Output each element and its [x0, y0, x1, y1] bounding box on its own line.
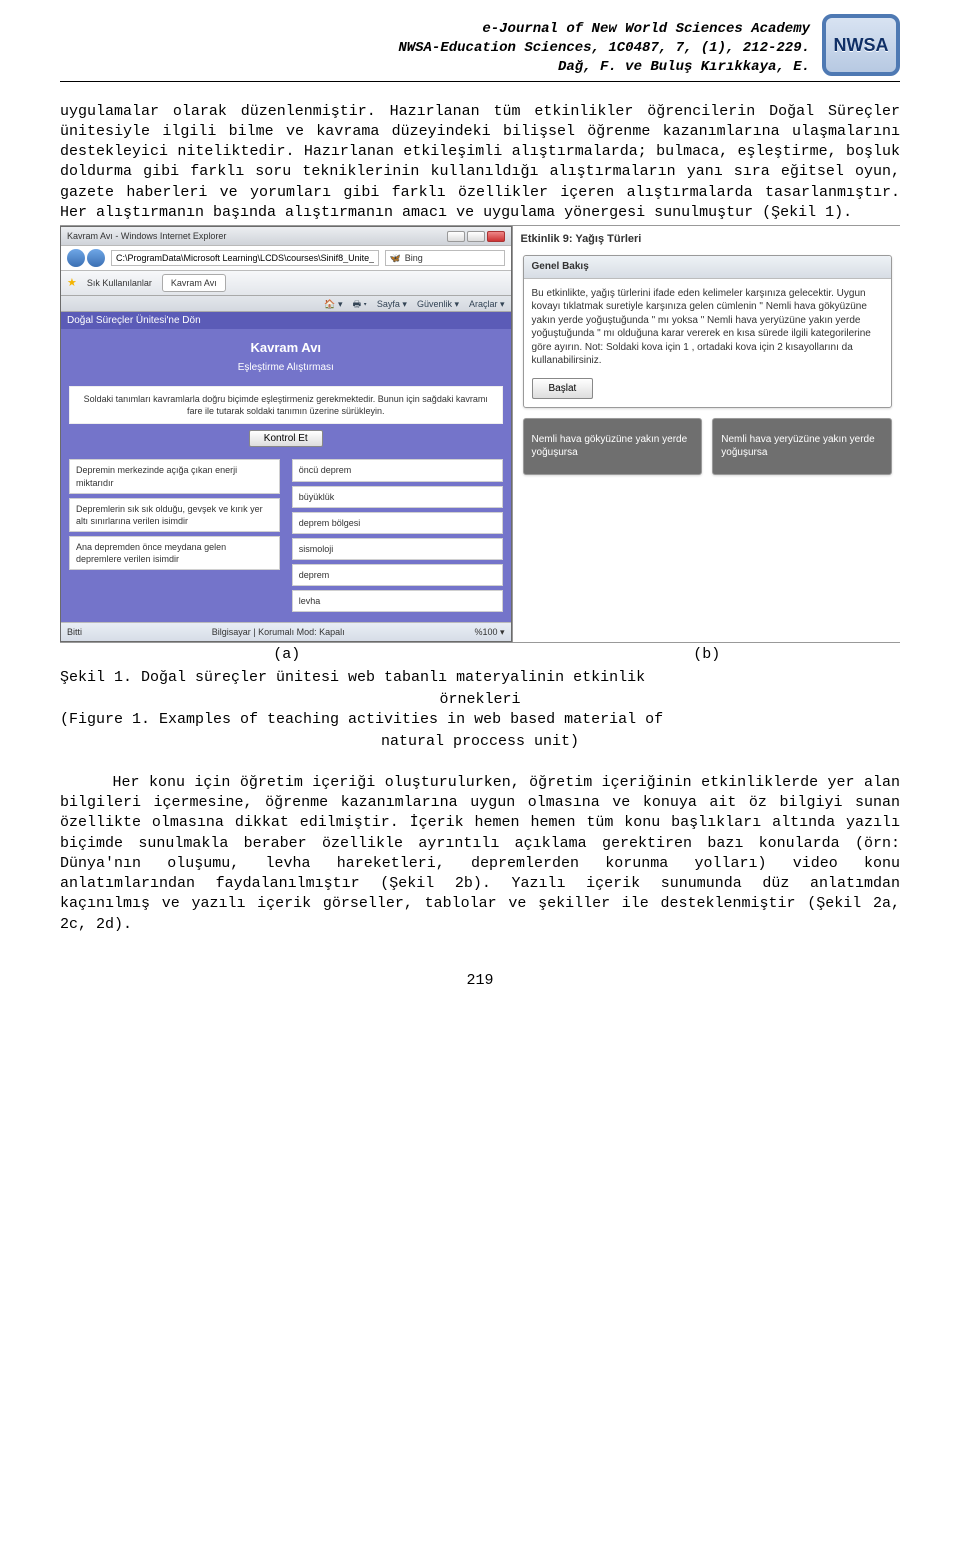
figure-row: Kavram Avı - Windows Internet Explorer 🦋…: [60, 225, 900, 643]
definition-card[interactable]: Depremin merkezinde açığa çıkan enerji m…: [69, 459, 280, 493]
drop-target-right[interactable]: Nemli hava yeryüzüne yakın yerde yoğuşur…: [712, 418, 892, 475]
start-button[interactable]: Başlat: [532, 378, 594, 399]
term-card[interactable]: deprem: [292, 564, 503, 586]
close-button[interactable]: [487, 231, 505, 242]
panel-heading: Genel Bakış: [524, 256, 891, 279]
nav-buttons: [67, 249, 105, 267]
status-mid: Bilgisayar | Korumalı Mod: Kapalı: [212, 626, 345, 638]
menu-tools[interactable]: Araçlar ▾: [469, 298, 505, 310]
activity-subtitle: Eşleştirme Alıştırması: [67, 361, 505, 375]
activity-banner: Kavram Avı Eşleştirme Alıştırması: [61, 329, 511, 386]
window-titlebar: Kavram Avı - Windows Internet Explorer: [61, 227, 511, 246]
term-card[interactable]: öncü deprem: [292, 459, 503, 481]
activity-title: Kavram Avı: [67, 339, 505, 357]
bing-icon: 🦋: [390, 252, 401, 264]
minimize-button[interactable]: [447, 231, 465, 242]
home-icon[interactable]: 🏠 ▾: [324, 298, 342, 310]
window-controls: [447, 231, 505, 242]
term-card[interactable]: sismoloji: [292, 538, 503, 560]
figure-a: Kavram Avı - Windows Internet Explorer 🦋…: [60, 226, 513, 642]
forward-button[interactable]: [87, 249, 105, 267]
matching-grid: Depremin merkezinde açığa çıkan enerji m…: [61, 453, 511, 622]
figure-caption-tr-1: Şekil 1. Doğal süreçler ünitesi web taba…: [60, 668, 900, 688]
figure-label-a: (a): [60, 643, 514, 667]
header-line-2: NWSA-Education Sciences, 1C0487, 7, (1),…: [60, 39, 810, 58]
definition-card[interactable]: Depremlerin sık sık olduğu, gevşek ve kı…: [69, 498, 280, 532]
status-left: Bitti: [67, 626, 82, 638]
figure-label-b: (b): [514, 643, 900, 667]
maximize-button[interactable]: [467, 231, 485, 242]
figure-labels-row: (a) (b): [60, 643, 900, 667]
app-content: Doğal Süreçler Ünitesi'ne Dön Kavram Avı…: [61, 312, 511, 623]
menu-page[interactable]: Sayfa ▾: [377, 298, 407, 310]
back-button[interactable]: [67, 249, 85, 267]
menu-security[interactable]: Güvenlik ▾: [417, 298, 459, 310]
term-card[interactable]: deprem bölgesi: [292, 512, 503, 534]
app-back-link[interactable]: Doğal Süreçler Ünitesi'ne Dön: [61, 312, 511, 330]
drop-target-left[interactable]: Nemli hava gökyüzüne yakın yerde yoğuşur…: [523, 418, 703, 475]
status-bar: Bitti Bilgisayar | Korumalı Mod: Kapalı …: [61, 622, 511, 641]
figure-caption-en-2: natural proccess unit): [60, 732, 900, 752]
overview-panel: Genel Bakış Bu etkinlikte, yağış türleri…: [523, 255, 892, 408]
figure-b: Etkinlik 9: Yağış Türleri Genel Bakış Bu…: [515, 226, 900, 642]
paragraph-1: uygulamalar olarak düzenlenmiştir. Hazır…: [60, 102, 900, 224]
tab-kavram-avi[interactable]: Kavram Avı: [162, 274, 226, 292]
drop-targets-row: Nemli hava gökyüzüne yakın yerde yoğuşur…: [523, 418, 892, 475]
header-separator: [60, 81, 900, 82]
terms-column: öncü deprem büyüklük deprem bölgesi sism…: [292, 459, 503, 612]
term-card[interactable]: büyüklük: [292, 486, 503, 508]
browser-window: Kavram Avı - Windows Internet Explorer 🦋…: [60, 226, 512, 642]
panel-body-text: Bu etkinlikte, yağış türlerini ifade ede…: [532, 288, 871, 367]
figure-caption-en-1: (Figure 1. Examples of teaching activiti…: [60, 710, 900, 730]
definition-card[interactable]: Ana depremden önce meydana gelen depreml…: [69, 536, 280, 570]
nwsa-logo: NWSA: [822, 14, 900, 76]
check-button[interactable]: Kontrol Et: [249, 430, 323, 447]
window-title: Kavram Avı - Windows Internet Explorer: [67, 230, 226, 242]
panel-body: Bu etkinlikte, yağış türlerini ifade ede…: [524, 279, 891, 407]
favorites-label[interactable]: Sık Kullanılanlar: [87, 277, 152, 289]
status-zoom[interactable]: %100 ▾: [474, 626, 504, 638]
instruction-box: Soldaki tanımları kavramlarla doğru biçi…: [69, 386, 503, 424]
term-card[interactable]: levha: [292, 590, 503, 612]
figure-caption-tr-2: örnekleri: [60, 690, 900, 710]
search-box[interactable]: 🦋 Bing: [385, 250, 505, 266]
header-line-1: e-Journal of New World Sciences Academy: [60, 20, 810, 39]
address-input[interactable]: [111, 250, 379, 266]
page-header: e-Journal of New World Sciences Academy …: [60, 20, 900, 77]
header-line-3: Dağ, F. ve Buluş Kırıkkaya, E.: [60, 58, 810, 77]
definitions-column: Depremin merkezinde açığa çıkan enerji m…: [69, 459, 280, 612]
address-bar-row: 🦋 Bing: [61, 246, 511, 271]
favorites-star-icon[interactable]: ★: [67, 276, 77, 291]
print-icon[interactable]: 🖶 ▾: [353, 298, 367, 310]
search-provider: Bing: [405, 252, 423, 264]
favorites-bar: ★ Sık Kullanılanlar Kavram Avı: [61, 271, 511, 296]
check-row: Kontrol Et: [61, 424, 511, 453]
command-bar: 🏠 ▾ 🖶 ▾ Sayfa ▾ Güvenlik ▾ Araçlar ▾: [61, 296, 511, 311]
page-number: 219: [60, 971, 900, 991]
paragraph-2: Her konu için öğretim içeriği oluşturulu…: [60, 773, 900, 935]
activity-b-title: Etkinlik 9: Yağış Türleri: [521, 232, 896, 247]
